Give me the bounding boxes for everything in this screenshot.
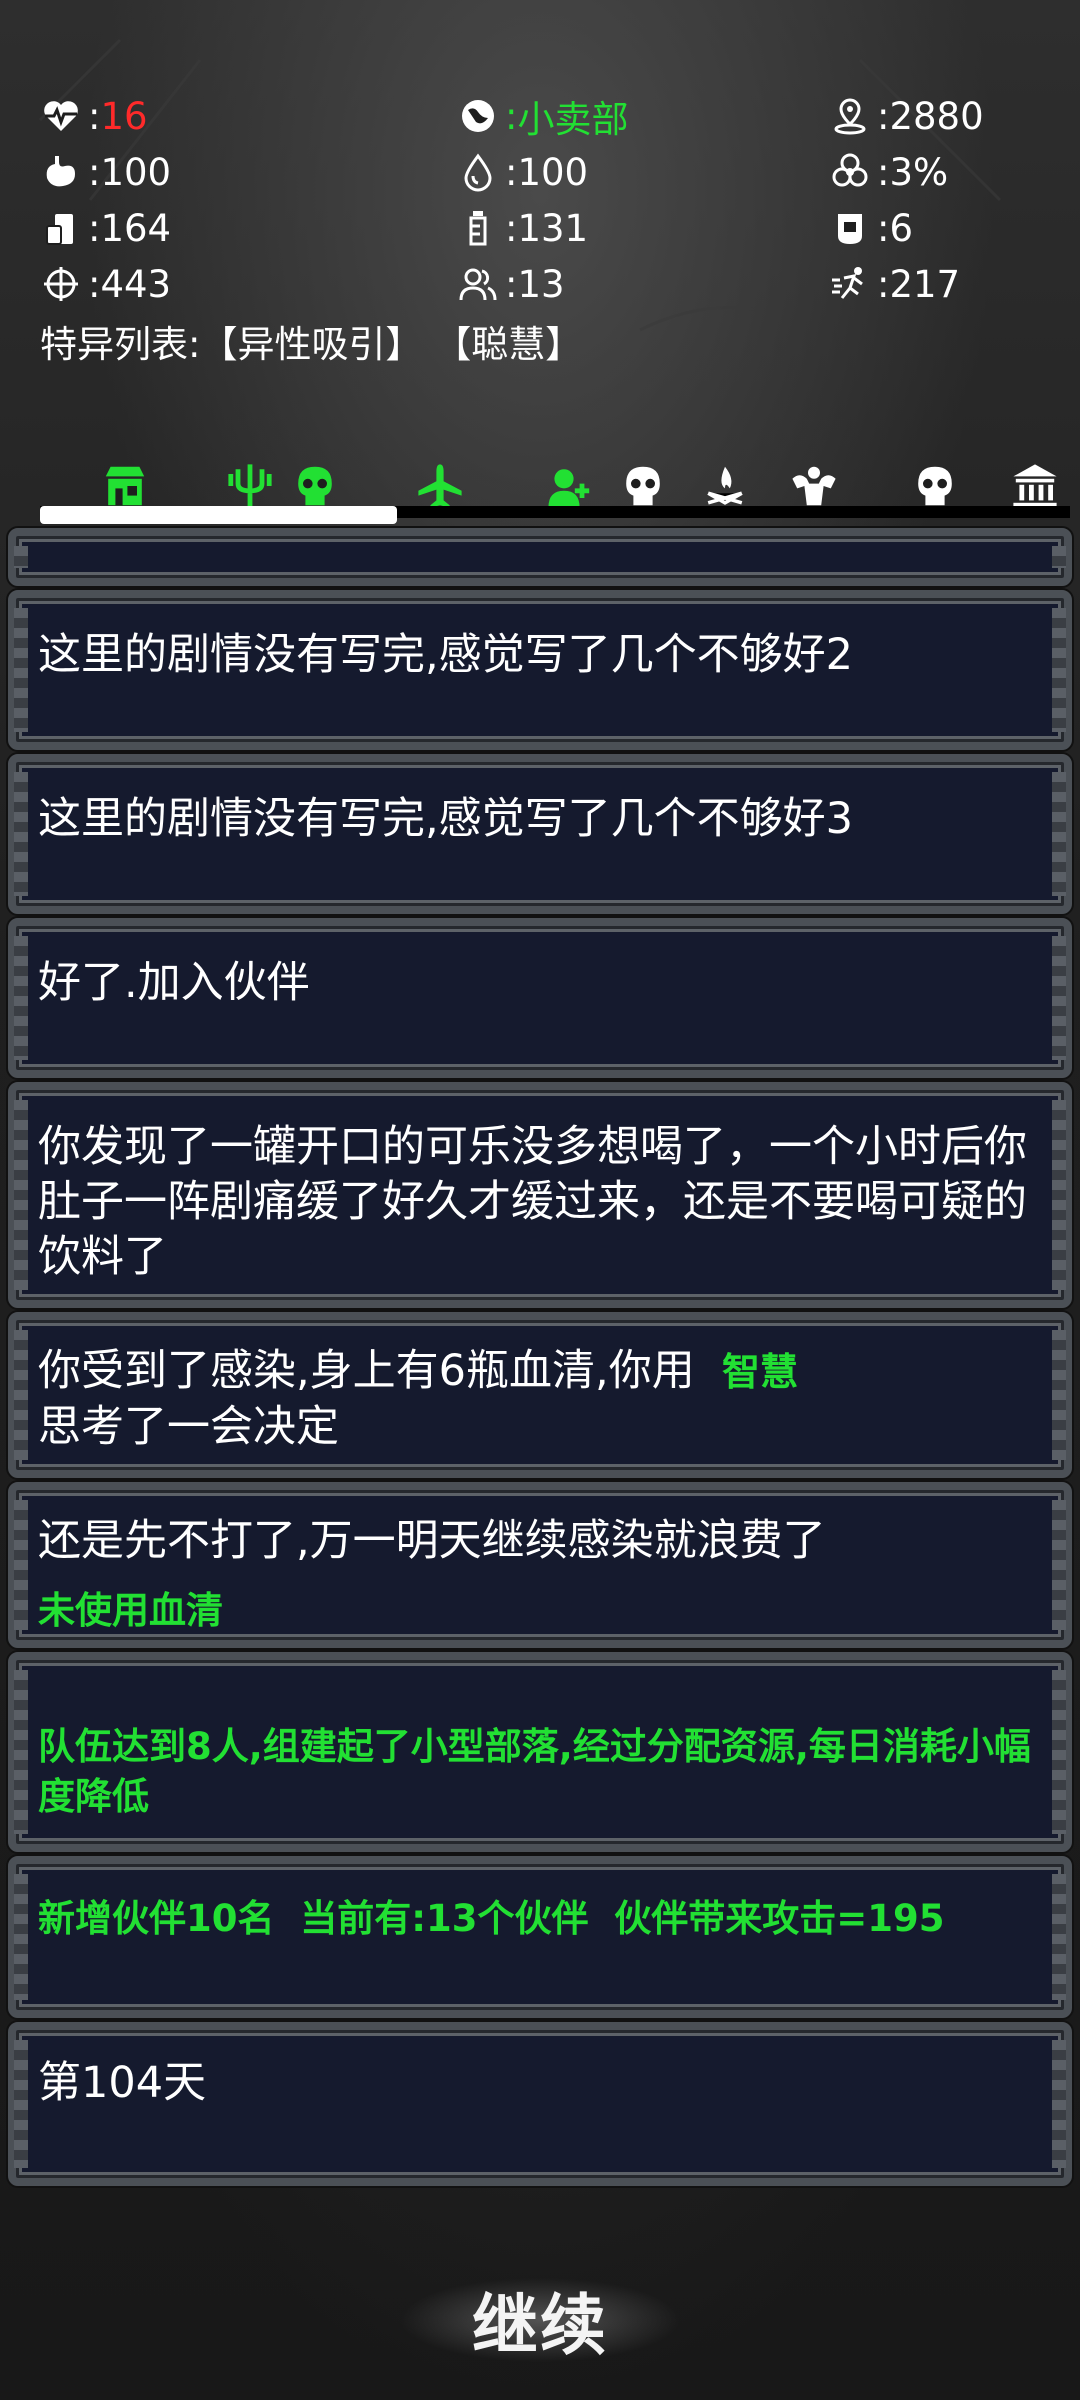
- tab-camp[interactable]: [695, 440, 755, 510]
- log-card: 第104天: [8, 2022, 1072, 2186]
- airplane-icon: [418, 464, 462, 508]
- map-pin-icon: [827, 93, 873, 139]
- log-text: 队伍达到8人,组建起了小型部落,经过分配资源,每日消耗小幅度降低: [38, 1725, 1031, 1818]
- log-card: 你发现了一罐开口的可乐没多想喝了，一个小时后你肚子一阵剧痛缓了好久才缓过来，还是…: [8, 1082, 1072, 1308]
- crosshair-icon: [38, 261, 84, 307]
- log-text: 还是先不打了,万一明天继续感染就浪费了: [38, 1516, 826, 1566]
- log-text: 你受到了感染,身上有6瓶血清,你用 智慧 思考了一会决定: [38, 1346, 799, 1452]
- tab-skull-1[interactable]: [613, 440, 673, 510]
- skull-icon: [626, 466, 660, 506]
- water-bottle-icon: [455, 205, 501, 251]
- distance-stat: :2880: [827, 93, 1047, 139]
- tab-skull-2[interactable]: [905, 440, 965, 510]
- tab-weapons[interactable]: [220, 440, 280, 510]
- log-text: 新增伙伴10名 当前有:13个伙伴 伙伴带来攻击=195: [38, 1897, 945, 1940]
- log-text: 好了.加入伙伴: [38, 958, 310, 1008]
- log-card: 你受到了感染,身上有6瓶血清,你用 智慧 思考了一会决定: [8, 1312, 1072, 1478]
- trait-tag: 智慧: [722, 1350, 799, 1394]
- companions-stat: :13: [455, 261, 827, 307]
- log-card: 这里的剧情没有写完,感觉写了几个不够好3: [8, 754, 1072, 914]
- tab-travel[interactable]: [405, 440, 475, 510]
- bank-icon: [1013, 464, 1057, 508]
- log-card: 队伍达到8人,组建起了小型部落,经过分配资源,每日消耗小幅度降低: [8, 1652, 1072, 1852]
- category-tab-bar: [40, 440, 1080, 525]
- water-stat: :131: [455, 205, 827, 251]
- water-drop-icon: [455, 149, 501, 195]
- add-user-icon: [548, 469, 590, 508]
- group-icon: [455, 261, 501, 307]
- world-icon: [455, 93, 501, 139]
- tab-recruit[interactable]: [540, 440, 600, 510]
- tab-zombies[interactable]: [285, 440, 345, 510]
- log-card: 好了.加入伙伴: [8, 918, 1072, 1078]
- heart-pulse-icon: [38, 93, 84, 139]
- muscle-icon: [792, 466, 836, 506]
- tab-bank[interactable]: [1002, 440, 1068, 510]
- serum-stat: :6: [827, 205, 1047, 251]
- location-stat: : 小卖部: [455, 89, 827, 143]
- log-text: 这里的剧情没有写完,感觉写了几个不够好3: [38, 794, 854, 844]
- log-text: 这里的剧情没有写完,感觉写了几个不够好2: [38, 630, 854, 680]
- speed-stat: :217: [827, 261, 1047, 307]
- skull-icon: [298, 466, 332, 506]
- log-card: 还是先不打了,万一明天继续感染就浪费了 未使用血清: [8, 1482, 1072, 1648]
- log-card: 新增伙伴10名 当前有:13个伙伴 伙伴带来攻击=195: [8, 1856, 1072, 2018]
- tab-training[interactable]: [778, 440, 850, 510]
- skull-icon: [918, 466, 952, 506]
- player-stats: :16 : 小卖部 :2880 :100 :100: 3%: 164: 1…: [38, 88, 1048, 312]
- log-card: 这里的剧情没有写完,感觉写了几个不够好2: [8, 590, 1072, 750]
- store-icon: [105, 466, 145, 506]
- stomach-icon: [38, 149, 84, 195]
- hunger-stat: :100: [38, 149, 455, 195]
- tab-store[interactable]: [95, 440, 155, 510]
- tab-scroll-indicator[interactable]: [40, 506, 398, 524]
- thirst-stat: :100: [455, 149, 827, 195]
- log-subtext: 未使用血清: [38, 1589, 223, 1632]
- running-icon: [827, 261, 873, 307]
- biohazard-icon: [827, 149, 873, 195]
- health-stat: :16: [38, 93, 455, 139]
- food-can-icon: [38, 205, 84, 251]
- log-text: 第104天: [38, 2058, 207, 2108]
- serum-bag-icon: [827, 205, 873, 251]
- continue-button[interactable]: 继续: [340, 2260, 740, 2380]
- bonfire-icon: [707, 466, 743, 505]
- log-text: 你发现了一罐开口的可乐没多想喝了，一个小时后你肚子一阵剧痛缓了好久才缓过来，还是…: [38, 1122, 1027, 1282]
- traits-list: 特异列表:【异性吸引】 【聪慧】: [40, 323, 583, 366]
- food-stat: :164: [38, 205, 455, 251]
- log-card-partial: [8, 528, 1072, 586]
- infection-stat: :3%: [827, 149, 1047, 195]
- trident-icon: [228, 464, 272, 508]
- attack-stat: :443: [38, 261, 455, 307]
